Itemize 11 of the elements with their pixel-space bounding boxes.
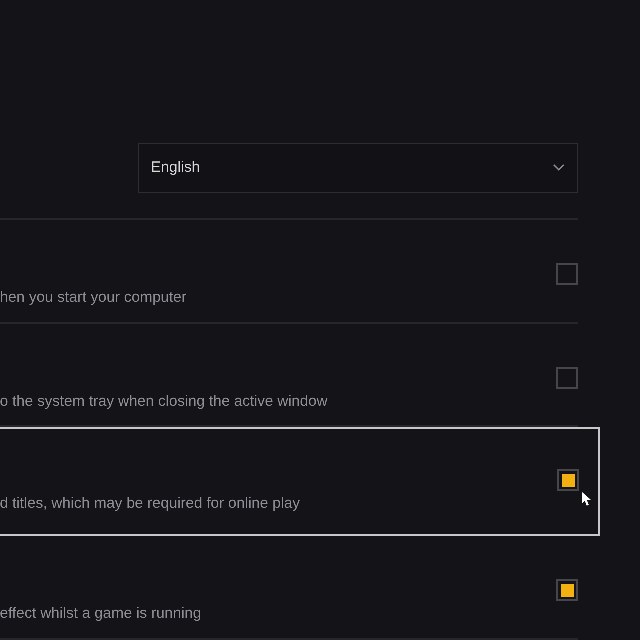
- setting-checkbox[interactable]: [556, 579, 578, 602]
- setting-checkbox[interactable]: [556, 263, 578, 285]
- setting-checkbox[interactable]: [556, 366, 578, 389]
- setting-description: hen you start your computer: [0, 288, 188, 308]
- language-dropdown[interactable]: English: [138, 143, 578, 193]
- setting-description: effect whilst a game is running: [0, 604, 202, 624]
- setting-description: o the system tray when closing the active window: [0, 392, 329, 412]
- setting-description: d titles, which may be required for online play: [0, 494, 302, 514]
- setting-checkbox[interactable]: [557, 469, 579, 492]
- cursor-icon: [581, 491, 593, 508]
- chevron-down-icon: [553, 164, 565, 172]
